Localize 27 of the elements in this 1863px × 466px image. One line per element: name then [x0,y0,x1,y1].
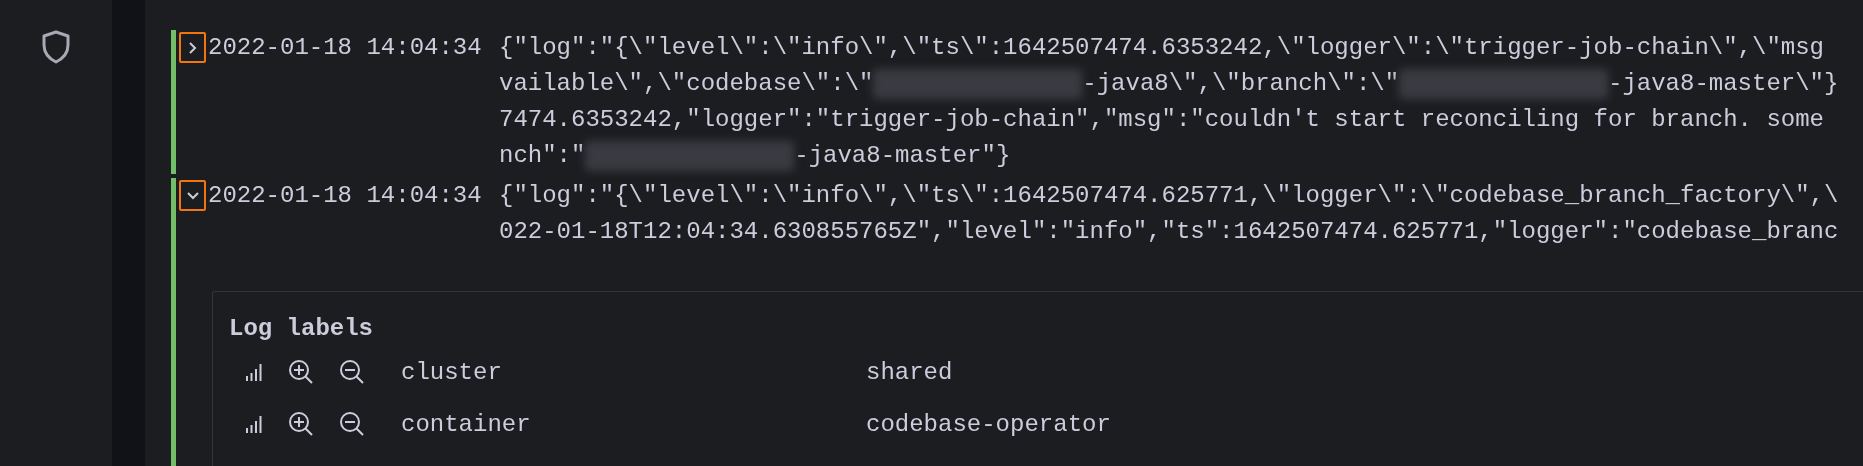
log-message: vailable\",\"codebase\":\" [499,69,874,99]
log-message: -java8\",\"branch\":\" [1082,69,1400,99]
bar-chart-icon[interactable] [245,363,263,381]
log-message: -java8-master\"} [1608,69,1839,99]
zoom-out-icon[interactable] [339,411,365,437]
shield-icon[interactable] [41,30,71,64]
bar-chart-icon[interactable] [245,415,263,433]
log-message: nch":" [499,141,586,171]
log-message: {"log":"{\"level\":\"info\",\"ts\":1642507474.625771,\"logger\":\"codebase_branch_factory\",\ [499,181,1839,211]
zoom-out-icon[interactable] [339,359,365,385]
chevron-down-icon [185,191,200,200]
label-value: codebase-operator [866,410,1111,438]
label-key: cluster [401,358,866,386]
expand-toggle[interactable] [179,180,206,211]
panel-title: Log labels [229,314,374,344]
log-message: 022-01-18T12:04:34.630855765Z","level":"info","ts":1642507474.625771,"logger":"codebase_branc [499,217,1839,247]
zoom-in-icon[interactable] [288,359,314,385]
label-value: shared [866,358,953,386]
log-message: 7474.6353242,"logger":"trigger-job-chain","msg":"couldn't start reconciling for branch. some [499,105,1824,135]
zoom-in-icon[interactable] [288,411,314,437]
log-timestamp: 2022-01-18 14:04:34 [208,181,483,211]
expand-toggle[interactable] [179,32,206,63]
chevron-right-icon [188,40,197,55]
label-key: container [401,410,866,438]
log-message: -java8-master"} [794,141,1011,171]
log-timestamp: 2022-01-18 14:04:34 [208,33,483,63]
log-message: {"log":"{\"level\":\"info\",\"ts\":1642507474.6353242,\"logger\":\"trigger-job-chain\",\"msg [499,33,1824,63]
